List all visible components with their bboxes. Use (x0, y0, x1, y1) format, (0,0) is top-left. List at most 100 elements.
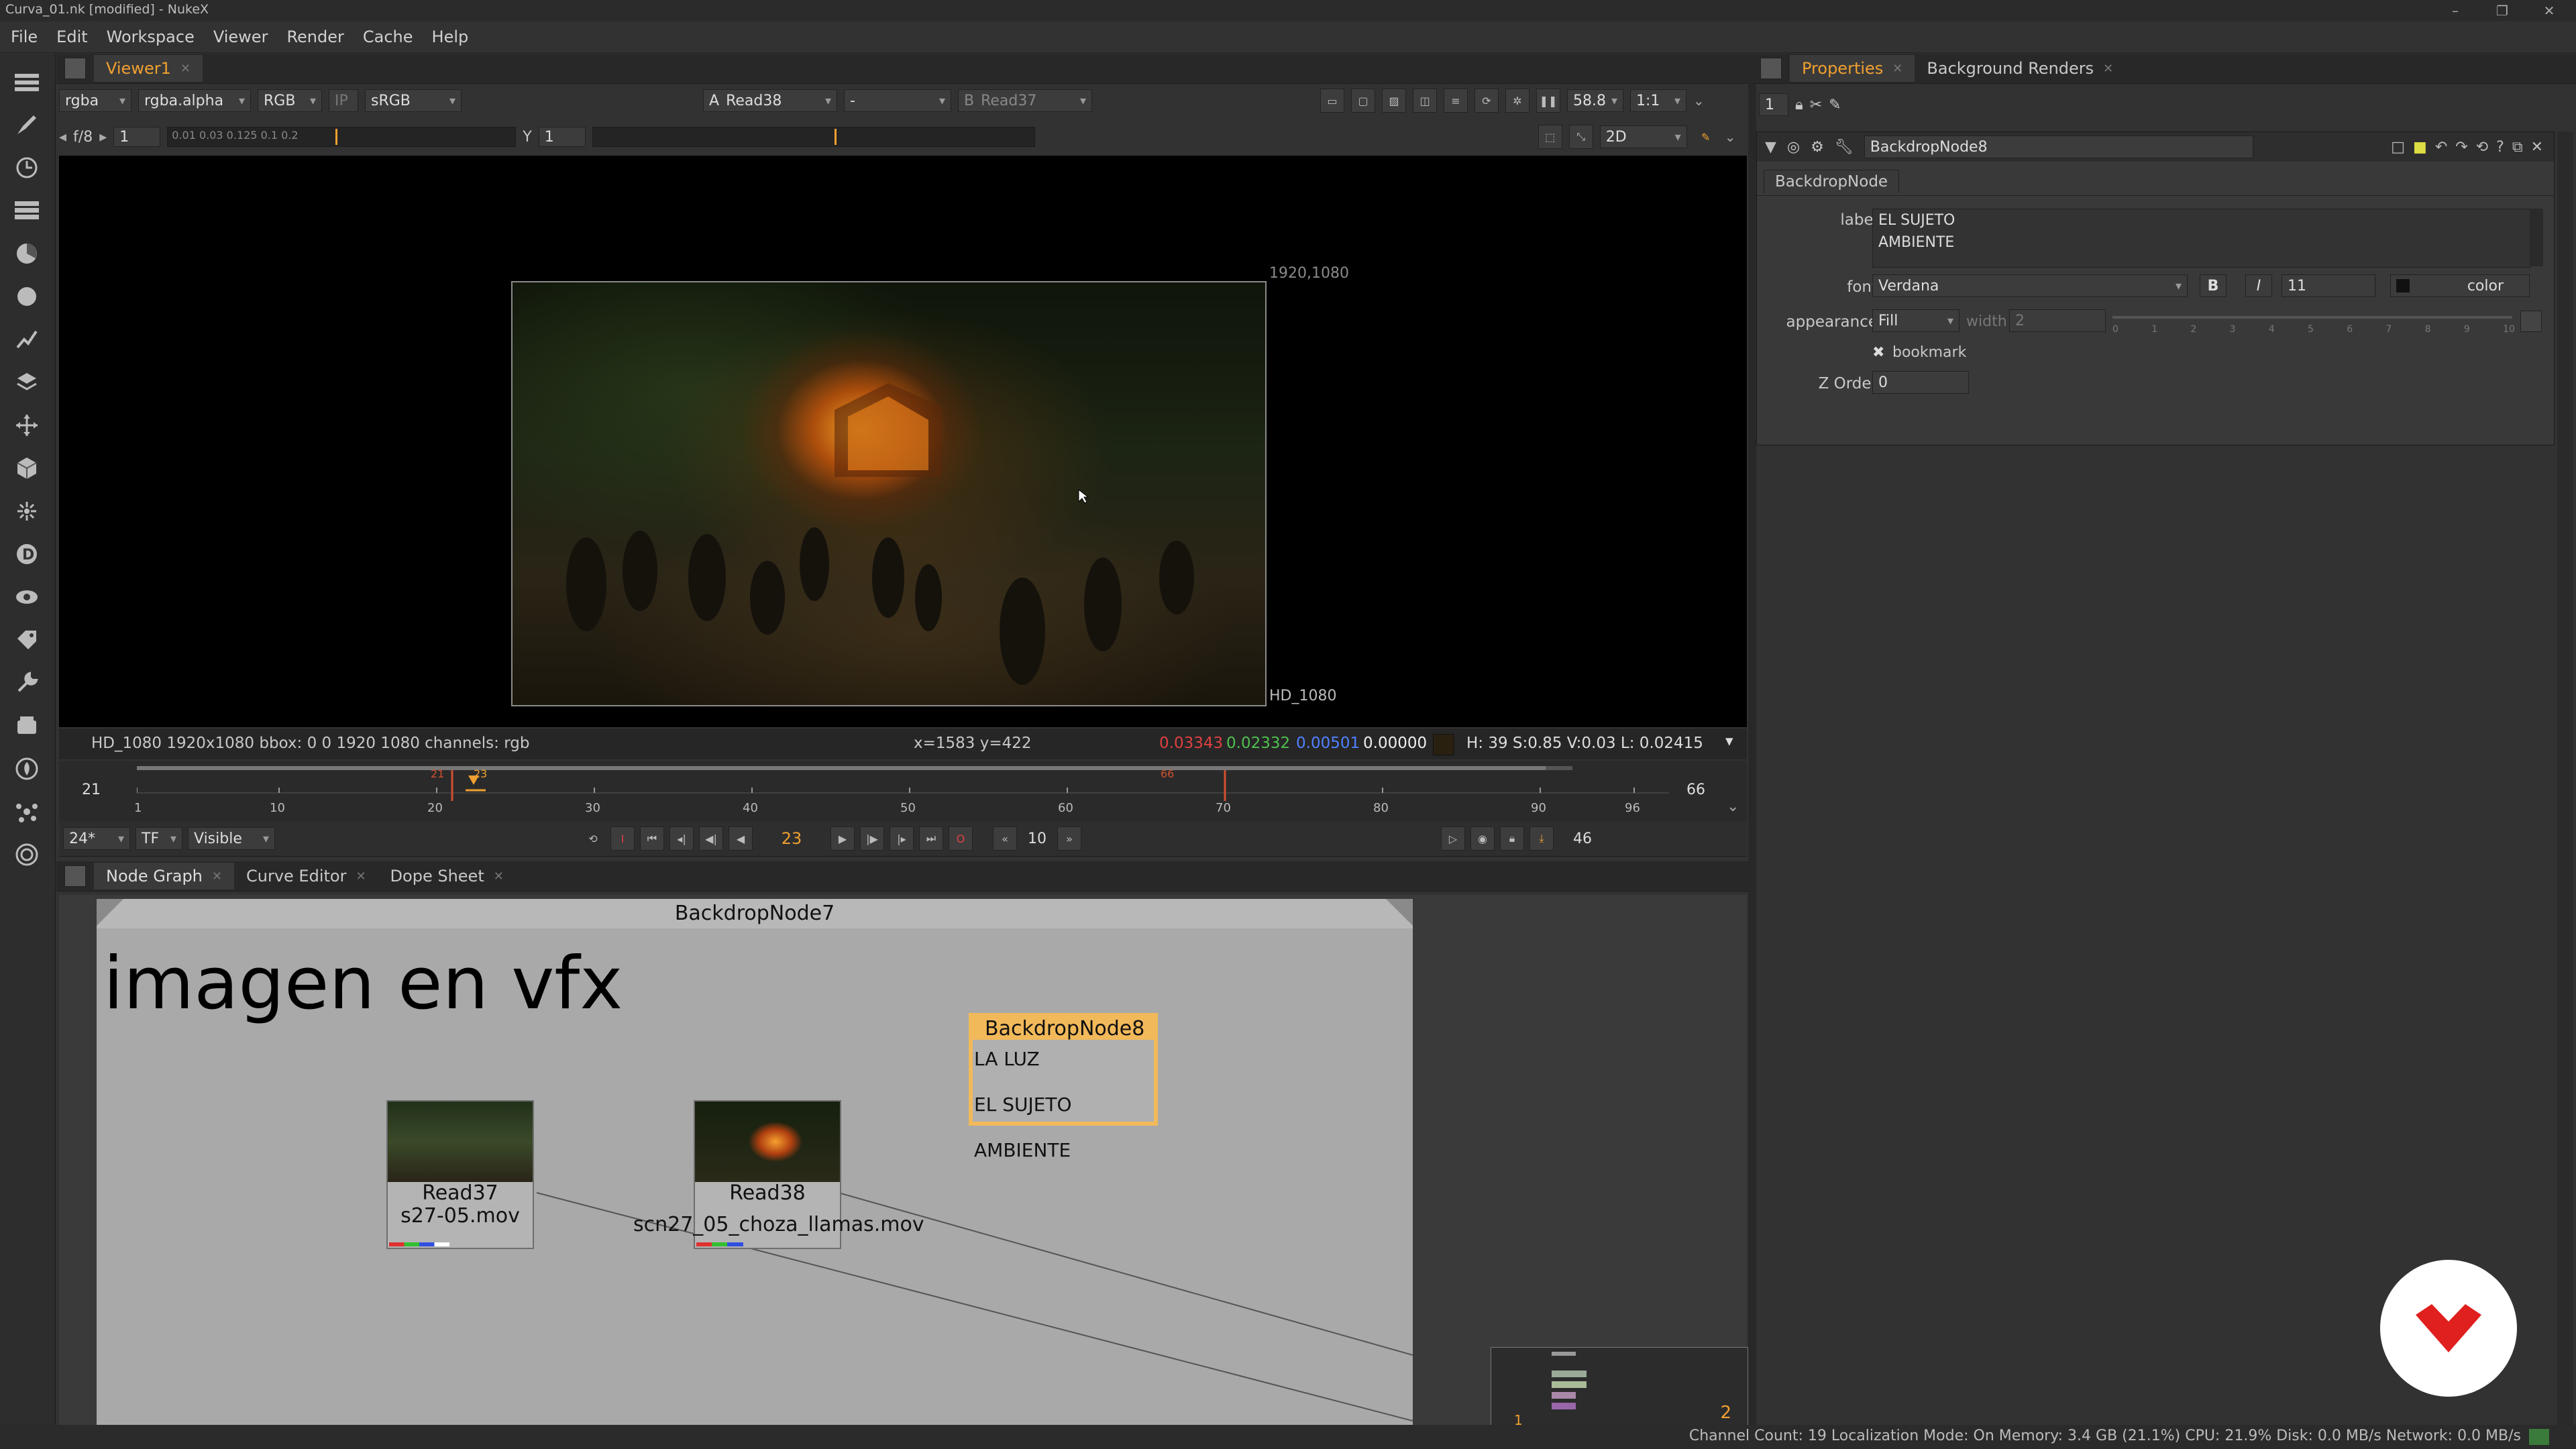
gain-marker[interactable] (335, 129, 338, 145)
close-tab-icon[interactable]: ✕ (1892, 62, 1902, 76)
brush-icon[interactable]: ✎ (1694, 125, 1718, 149)
display-select[interactable]: RGB (258, 89, 322, 112)
gain-field[interactable]: 1 (113, 127, 161, 147)
ip-button[interactable]: IP (329, 89, 358, 112)
draw-icon[interactable] (9, 107, 44, 142)
zebra-icon[interactable]: ▨ (1382, 89, 1406, 113)
tab-curve-editor[interactable]: Curve Editor ✕ (234, 863, 378, 890)
export-icon[interactable]: ⤓ (1529, 826, 1554, 851)
input-b-select[interactable]: B Read37 (958, 89, 1092, 112)
menu-cache[interactable]: Cache (363, 28, 413, 46)
channel-icon[interactable] (9, 193, 44, 228)
pause-icon[interactable]: ❚❚ (1536, 89, 1560, 113)
refresh-icon[interactable]: ⟳ (1474, 89, 1499, 113)
color-button[interactable]: color (2390, 274, 2530, 297)
label-textarea[interactable]: EL SUJETO AMBIENTE (1872, 209, 2531, 268)
italic-button[interactable]: I (2245, 274, 2272, 297)
tab-dope-sheet[interactable]: Dope Sheet ✕ (378, 863, 516, 890)
axis-icon[interactable]: ⤡ (1568, 125, 1593, 149)
gamma-slider[interactable] (592, 127, 1035, 147)
expand-icon-2[interactable]: ⌄ (1725, 129, 1736, 145)
redo-icon[interactable]: ↷ (2455, 139, 2467, 156)
timeline-ruler[interactable] (137, 770, 1720, 804)
node-settings-icon[interactable]: ⚙ (1811, 139, 1824, 156)
menu-render[interactable]: Render (286, 28, 343, 46)
region-select-icon[interactable]: ⬚ (1538, 125, 1562, 149)
wipe-select[interactable]: - (844, 89, 951, 112)
close-tab-icon[interactable]: ✕ (2103, 62, 2113, 76)
out-frame-field[interactable]: 66 (1669, 778, 1723, 801)
edit-icon[interactable]: ✎ (1829, 97, 1841, 113)
time-icon[interactable] (9, 150, 44, 185)
metadata-icon[interactable] (9, 623, 44, 657)
step-back-icon[interactable]: « (993, 826, 1017, 851)
undo-icon[interactable]: ↶ (2435, 139, 2447, 156)
menu-viewer[interactable]: Viewer (213, 28, 268, 46)
prop-pane-menu-icon[interactable] (1760, 58, 1782, 79)
end-count-field[interactable]: 46 (1559, 827, 1606, 850)
node-help-icon[interactable]: ◎ (1787, 139, 1800, 156)
color-icon[interactable] (9, 236, 44, 271)
last-frame-icon[interactable]: ⏭ (919, 826, 943, 851)
prev-key-icon[interactable]: ◂| (669, 826, 694, 851)
other-icon[interactable] (9, 708, 44, 743)
read37-node[interactable]: Read37 s27-05.mov (386, 1100, 534, 1249)
input-a-select[interactable]: A Read38 (703, 89, 837, 112)
ocula-icon[interactable] (9, 794, 44, 829)
timeline-expand-icon[interactable]: ⌄ (1727, 798, 1739, 815)
close-tab-icon[interactable]: ✕ (212, 869, 222, 883)
maximize-button[interactable]: ❐ (2482, 0, 2522, 21)
channels-select[interactable]: rgba (59, 89, 131, 112)
clear-panels-icon[interactable]: ✂ (1810, 97, 1822, 113)
close-button[interactable]: ✕ (2529, 0, 2569, 21)
fstop-left-icon[interactable]: ◂ (59, 129, 66, 146)
deep-icon[interactable]: D (9, 537, 44, 572)
update-icon[interactable]: ✲ (1505, 89, 1529, 113)
step-field[interactable]: 10 (1022, 827, 1052, 850)
font-size-field[interactable]: 11 (2282, 274, 2375, 297)
float-icon[interactable]: □ (2391, 139, 2405, 156)
width-slider[interactable]: 0 1 2 3 4 5 6 7 8 9 10 (2112, 308, 2515, 335)
cara-vr-icon[interactable] (9, 837, 44, 872)
capture-icon[interactable]: ◉ (1470, 826, 1495, 851)
animation-menu-icon[interactable] (2520, 311, 2542, 332)
pane-splitter[interactable] (1748, 54, 1756, 1425)
gain-slider[interactable]: 0.01 0.03 0.125 0.1 0.2 (167, 127, 517, 147)
expand-icon[interactable]: ⌄ (1693, 93, 1705, 109)
overlay-icon[interactable]: ◫ (1413, 89, 1437, 113)
play-forward-icon[interactable]: ▶ (830, 826, 855, 851)
3d-icon[interactable] (9, 451, 44, 486)
gamma-field[interactable]: 1 (538, 127, 586, 147)
close-tab-icon[interactable]: ✕ (494, 869, 504, 883)
keyer-icon[interactable] (9, 322, 44, 357)
lut-select[interactable]: sRGB (365, 89, 462, 112)
label-scrollbar[interactable] (2530, 209, 2543, 266)
flipbook-icon[interactable]: ▷ (1441, 826, 1465, 851)
node-name-field[interactable]: BackdropNode8 (1864, 136, 2253, 158)
menu-file[interactable]: File (11, 28, 38, 46)
close-tab-icon[interactable]: ✕ (180, 62, 191, 76)
first-frame-icon[interactable]: ⏮ (640, 826, 664, 851)
gamma-marker[interactable] (834, 129, 837, 145)
next-frame-icon[interactable]: |▶ (860, 826, 884, 851)
menu-help[interactable]: Help (432, 28, 469, 46)
alpha-select[interactable]: rgba.alpha (138, 89, 251, 112)
ng-pane-menu-icon[interactable] (64, 865, 86, 887)
safe-area-icon[interactable]: ▢ (1351, 89, 1375, 113)
node-graph-minimap[interactable]: 2 1 (1491, 1347, 1748, 1428)
visible-select[interactable]: Visible (188, 827, 275, 850)
close-tab-icon[interactable]: ✕ (356, 869, 366, 883)
view-mode-select[interactable]: 2D (1599, 125, 1687, 148)
bold-button[interactable]: B (2200, 274, 2226, 297)
play-backward-icon[interactable]: ◀ (729, 826, 753, 851)
filter-icon[interactable] (9, 279, 44, 314)
pane-menu-icon[interactable] (64, 58, 86, 79)
toolsets-icon[interactable] (9, 665, 44, 700)
backdrop-node7[interactable]: BackdropNode7 imagen en vfx BackdropNode… (97, 899, 1413, 1426)
merge-icon[interactable] (9, 365, 44, 400)
menu-workspace[interactable]: Workspace (107, 28, 195, 46)
in-point-icon[interactable]: I (610, 826, 635, 851)
fps-select[interactable]: 24* (63, 827, 130, 850)
tab-properties[interactable]: Properties ✕ (1790, 55, 1915, 82)
bookmark-checkbox[interactable]: ✖ (1872, 344, 1884, 361)
